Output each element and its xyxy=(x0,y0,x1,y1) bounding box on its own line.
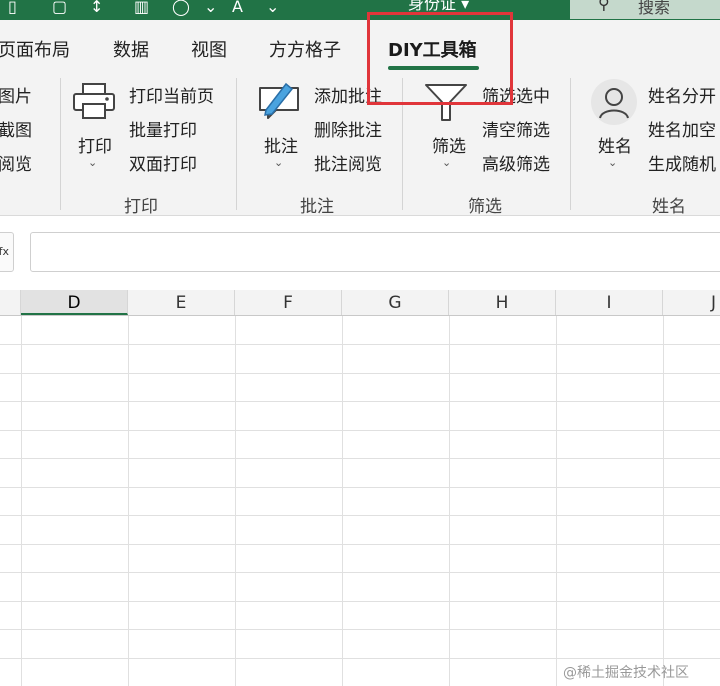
column-header-d[interactable]: D xyxy=(21,290,128,315)
formula-input[interactable] xyxy=(30,232,720,272)
sort-az-icon[interactable]: ↕ xyxy=(90,0,103,15)
insert-function-button[interactable]: fx xyxy=(0,232,14,272)
print-current-page-button[interactable]: 打印当前页 xyxy=(129,82,214,107)
grid-column-line xyxy=(556,316,557,686)
grid-row-line xyxy=(0,487,720,488)
tab-fangfang-gezi[interactable]: 方方格子 xyxy=(269,36,341,62)
search-label: 搜索 xyxy=(638,0,671,17)
chevron-down-icon[interactable]: ⌄ xyxy=(266,0,279,15)
group-separator xyxy=(60,78,61,210)
delete-comment-button[interactable]: 删除批注 xyxy=(314,116,382,141)
grid-row-line xyxy=(0,373,720,374)
grid-row-line xyxy=(0,401,720,402)
chevron-down-icon[interactable]: ⌄ xyxy=(204,0,217,15)
formula-bar: fx xyxy=(0,216,720,290)
clipboard-icon[interactable]: ▢ xyxy=(52,0,67,15)
ribbon-item-screenshot[interactable]: 截图 xyxy=(0,116,32,141)
shapes-icon[interactable]: ◯ xyxy=(172,0,190,15)
name-add-space-button[interactable]: 姓名加空 xyxy=(648,116,716,141)
advanced-filter-button[interactable]: 高级筛选 xyxy=(482,150,550,175)
printer-icon[interactable] xyxy=(72,82,116,122)
grid-column-line xyxy=(235,316,236,686)
chevron-down-icon[interactable]: ⌄ xyxy=(88,156,97,169)
name-button-label[interactable]: 姓名 xyxy=(598,132,632,157)
column-header-f[interactable]: F xyxy=(235,290,342,315)
column-headers: D E F G H I J xyxy=(0,290,720,316)
column-header-e[interactable]: E xyxy=(128,290,235,315)
grid-row-line xyxy=(0,601,720,602)
grid-row-line xyxy=(0,572,720,573)
search-box[interactable]: ⚲ 搜索 xyxy=(570,0,720,19)
grid-row-line xyxy=(0,430,720,431)
chevron-down-icon[interactable]: ⌄ xyxy=(274,156,283,169)
column-header-h[interactable]: H xyxy=(449,290,556,315)
group-separator xyxy=(236,78,237,210)
comment-edit-icon[interactable] xyxy=(256,80,302,122)
print-group-label: 打印 xyxy=(124,197,158,217)
row-header-corner[interactable] xyxy=(0,290,21,315)
chevron-down-icon[interactable]: ⌄ xyxy=(442,156,451,169)
grid-column-line xyxy=(128,316,129,686)
comment-preview-button[interactable]: 批注阅览 xyxy=(314,150,382,175)
column-header-j[interactable]: J xyxy=(663,290,720,315)
highlight-annotation-box xyxy=(367,12,513,105)
grid-column-line xyxy=(21,316,22,686)
group-separator xyxy=(570,78,571,210)
filter-group-label: 筛选 xyxy=(468,197,502,217)
column-header-g[interactable]: G xyxy=(342,290,449,315)
tab-view[interactable]: 视图 xyxy=(191,36,227,62)
clear-filter-button[interactable]: 清空筛选 xyxy=(482,116,550,141)
ribbon-item-image[interactable]: 图片 xyxy=(0,82,32,107)
grid-row-line xyxy=(0,344,720,345)
grid-column-line xyxy=(663,316,664,686)
name-split-button[interactable]: 姓名分开 xyxy=(648,82,716,107)
search-icon: ⚲ xyxy=(598,0,610,13)
batch-print-button[interactable]: 批量打印 xyxy=(129,116,197,141)
cell-grid[interactable] xyxy=(0,316,720,686)
person-icon[interactable] xyxy=(590,78,638,126)
tab-page-layout[interactable]: 页面布局 xyxy=(0,36,70,62)
excel-window: ▯ ▢ ↕ ▥ ◯ ⌄ A ⌄ 身份证 ▾ ⚲ 搜索 页面布局 数据 视图 方方… xyxy=(0,0,720,686)
grid-row-line xyxy=(0,629,720,630)
grid-row-line xyxy=(0,515,720,516)
grid-row-line xyxy=(0,658,720,659)
tab-data[interactable]: 数据 xyxy=(113,36,149,62)
grid-row-line xyxy=(0,544,720,545)
grid-column-line xyxy=(449,316,450,686)
format-painter-icon[interactable]: ▯ xyxy=(8,0,17,15)
duplex-print-button[interactable]: 双面打印 xyxy=(129,150,197,175)
ribbon-item-preview[interactable]: 阅览 xyxy=(0,150,32,175)
name-group-label: 姓名 xyxy=(652,197,686,217)
chevron-down-icon[interactable]: ⌄ xyxy=(608,156,617,169)
grid-column-line xyxy=(342,316,343,686)
grid-row-line xyxy=(0,458,720,459)
title-bar: ▯ ▢ ↕ ▥ ◯ ⌄ A ⌄ 身份证 ▾ ⚲ 搜索 xyxy=(0,0,720,20)
comment-group-label: 批注 xyxy=(300,197,334,217)
column-header-i[interactable]: I xyxy=(556,290,663,315)
ribbon-panel: 图片 截图 阅览 打印 ⌄ 打印当前页 批量打印 双面打印 打印 批注 ⌄ 添加… xyxy=(0,70,720,217)
print-button-label[interactable]: 打印 xyxy=(78,132,112,157)
font-color-icon[interactable]: A xyxy=(232,0,243,15)
comment-button-label[interactable]: 批注 xyxy=(264,132,298,157)
chart-icon[interactable]: ▥ xyxy=(134,0,149,15)
filter-button-label[interactable]: 筛选 xyxy=(432,132,466,157)
ribbon-tab-bar: 页面布局 数据 视图 方方格子 DIY工具箱 xyxy=(0,20,720,70)
name-random-button[interactable]: 生成随机 xyxy=(648,150,716,175)
watermark: @稀土掘金技术社区 xyxy=(563,665,689,681)
